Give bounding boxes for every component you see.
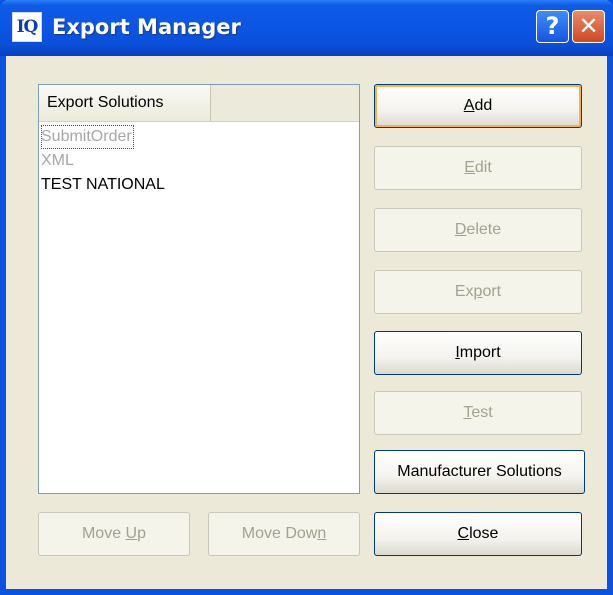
add-button-label: Add bbox=[463, 97, 493, 114]
move-down-button[interactable]: Move Down bbox=[208, 512, 360, 556]
list-item[interactable]: SubmitOrder bbox=[41, 125, 134, 149]
help-button[interactable]: ? bbox=[536, 10, 569, 43]
import-button[interactable]: Import bbox=[374, 331, 582, 375]
list-header: Export Solutions bbox=[39, 85, 359, 122]
export-solutions-list[interactable]: Export Solutions SubmitOrder XML TEST NA… bbox=[38, 84, 360, 494]
close-button-label: Close bbox=[457, 525, 499, 542]
export-button[interactable]: Export bbox=[374, 270, 582, 314]
close-button[interactable]: Close bbox=[374, 512, 582, 556]
window-title: Export Manager bbox=[52, 15, 241, 39]
test-button[interactable]: Test bbox=[374, 391, 582, 435]
manufacturer-solutions-button-label: Manufacturer Solutions bbox=[397, 463, 562, 480]
column-header-export-solutions[interactable]: Export Solutions bbox=[39, 85, 211, 121]
export-button-label: Export bbox=[454, 283, 502, 300]
test-button-label: Test bbox=[463, 404, 493, 421]
manufacturer-solutions-button[interactable]: Manufacturer Solutions bbox=[374, 450, 585, 494]
help-icon: ? bbox=[545, 12, 560, 40]
list-item[interactable]: XML bbox=[41, 149, 74, 173]
import-button-label: Import bbox=[455, 344, 501, 361]
move-up-button-label: Move Up bbox=[81, 525, 147, 542]
export-manager-window: IQ Export Manager ? ✕ Export Solutions S… bbox=[0, 0, 613, 595]
app-icon: IQ bbox=[12, 12, 42, 42]
delete-button[interactable]: Delete bbox=[374, 208, 582, 252]
close-icon: ✕ bbox=[578, 12, 599, 40]
edit-button[interactable]: Edit bbox=[374, 146, 582, 190]
move-up-button[interactable]: Move Up bbox=[38, 512, 190, 556]
move-down-button-label: Move Down bbox=[241, 525, 327, 542]
window-close-button[interactable]: ✕ bbox=[572, 10, 605, 43]
delete-button-label: Delete bbox=[454, 221, 502, 238]
list-item[interactable]: TEST NATIONAL bbox=[41, 173, 165, 197]
edit-button-label: Edit bbox=[464, 159, 492, 176]
title-bar[interactable]: IQ Export Manager ? ✕ bbox=[0, 0, 613, 56]
add-button[interactable]: Add bbox=[374, 84, 582, 128]
